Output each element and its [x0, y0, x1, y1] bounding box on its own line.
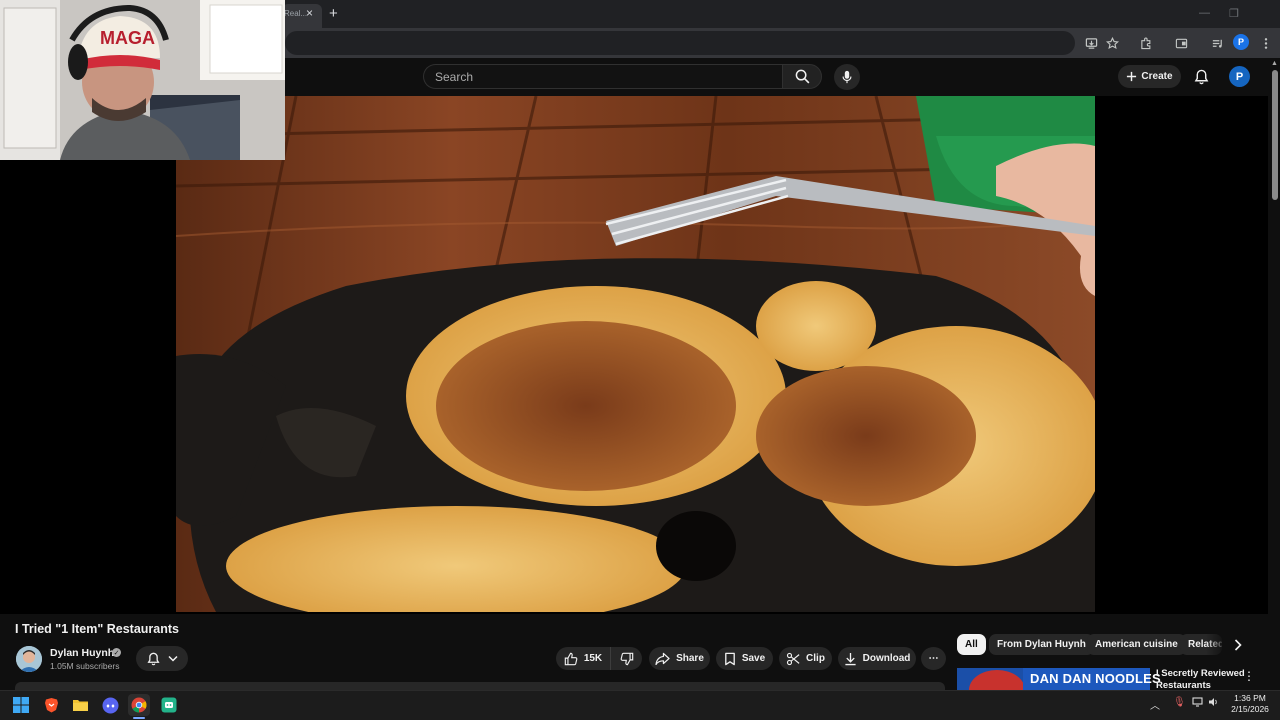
clock-date: 2/15/2026: [1231, 704, 1269, 714]
chrome-taskbar-icon[interactable]: [128, 694, 150, 716]
brave-browser-icon[interactable]: [40, 694, 62, 716]
download-label: Download: [862, 653, 911, 664]
tab-close-icon[interactable]: ×: [306, 6, 313, 20]
chevron-down-icon: [167, 655, 178, 662]
system-clock[interactable]: 1:36 PM 2/15/2026: [1228, 693, 1272, 715]
notifications-button[interactable]: [1190, 66, 1212, 88]
thumbnail-text: DAN DAN NOODLES: [1030, 671, 1161, 686]
restore-window-button[interactable]: ❐: [1229, 7, 1239, 20]
scissors-icon: [786, 652, 800, 665]
dislike-button[interactable]: [610, 647, 642, 670]
clip-label: Clip: [806, 653, 825, 664]
search-icon: [795, 69, 809, 84]
chip-american-cuisine[interactable]: American cuisine: [1087, 634, 1186, 655]
share-icon: [655, 652, 670, 665]
share-button[interactable]: Share: [649, 647, 710, 670]
channel-avatar[interactable]: [16, 646, 42, 672]
plus-icon: [1127, 71, 1137, 82]
volume-icon[interactable]: [1208, 697, 1219, 710]
address-bar[interactable]: [285, 31, 1075, 55]
bell-icon: [1194, 69, 1208, 85]
save-button[interactable]: Save: [716, 647, 773, 670]
like-count: 15K: [583, 653, 603, 664]
install-app-icon[interactable]: [1081, 33, 1101, 53]
windows-taskbar: [0, 690, 1280, 720]
create-label: Create: [1141, 71, 1173, 82]
voice-search-button[interactable]: [834, 64, 860, 90]
download-icon: [845, 652, 856, 665]
save-label: Save: [741, 653, 766, 664]
create-button[interactable]: Create: [1118, 65, 1181, 88]
split-view-icon[interactable]: [1171, 33, 1191, 53]
browser-profile-avatar[interactable]: P: [1233, 34, 1249, 50]
bell-icon: [146, 652, 160, 665]
chevron-right-icon: [1234, 639, 1242, 651]
scrollbar-thumb[interactable]: [1272, 70, 1278, 200]
video-frame[interactable]: [176, 96, 1095, 612]
share-label: Share: [676, 653, 704, 664]
account-avatar[interactable]: P: [1229, 66, 1250, 87]
discord-icon[interactable]: [99, 694, 121, 716]
thumbs-up-icon: [564, 652, 578, 665]
subscription-notifications-button[interactable]: [136, 646, 188, 671]
media-controls-icon[interactable]: [1207, 33, 1227, 53]
like-button[interactable]: 15K: [556, 647, 610, 670]
game-app-icon[interactable]: [158, 694, 180, 716]
chip-from-channel[interactable]: From Dylan Huynh: [989, 634, 1094, 655]
microphone-icon: [842, 70, 852, 84]
search-input[interactable]: Search: [423, 64, 783, 89]
recommended-video-title[interactable]: I Secretly Reviewed Restaurants Askin...: [1156, 668, 1246, 690]
download-button[interactable]: Download: [838, 647, 916, 670]
network-icon[interactable]: [1192, 697, 1203, 710]
windows-start-icon[interactable]: [10, 694, 32, 716]
webcam-overlay: MAGA: [0, 0, 285, 160]
recommended-video-menu-icon[interactable]: ⋮: [1243, 669, 1255, 683]
active-app-indicator: [133, 717, 145, 719]
channel-name[interactable]: Dylan Huynh: [50, 647, 114, 659]
thumbs-down-icon: [620, 652, 633, 665]
file-explorer-icon[interactable]: [69, 694, 91, 716]
clock-time: 1:36 PM: [1234, 693, 1266, 703]
chip-all[interactable]: All: [957, 634, 986, 655]
microphone-muted-icon[interactable]: 🎙: [1173, 697, 1186, 708]
chips-next-button[interactable]: [1229, 636, 1247, 654]
search-button[interactable]: [782, 64, 822, 89]
verified-check-icon: ✓: [112, 648, 121, 657]
more-actions-button[interactable]: ⋯: [921, 647, 946, 670]
video-title: I Tried "1 Item" Restaurants: [15, 622, 179, 636]
minimize-window-button[interactable]: —: [1199, 7, 1210, 19]
extensions-icon[interactable]: [1136, 33, 1156, 53]
description-box[interactable]: [15, 682, 945, 690]
svg-text:MAGA: MAGA: [100, 28, 155, 48]
subscriber-count: 1.05M subscribers: [50, 661, 120, 671]
clip-button[interactable]: Clip: [779, 647, 832, 670]
new-tab-button[interactable]: +: [329, 5, 338, 22]
tray-overflow-chevron-icon[interactable]: ︿: [1150, 697, 1160, 712]
bookmark-icon: [724, 652, 735, 665]
browser-tab-title: Real...: [284, 9, 308, 18]
bookmark-star-icon[interactable]: [1102, 33, 1122, 53]
browser-menu-icon[interactable]: [1256, 33, 1276, 53]
scroll-up-arrow-icon[interactable]: ▲: [1271, 60, 1278, 67]
